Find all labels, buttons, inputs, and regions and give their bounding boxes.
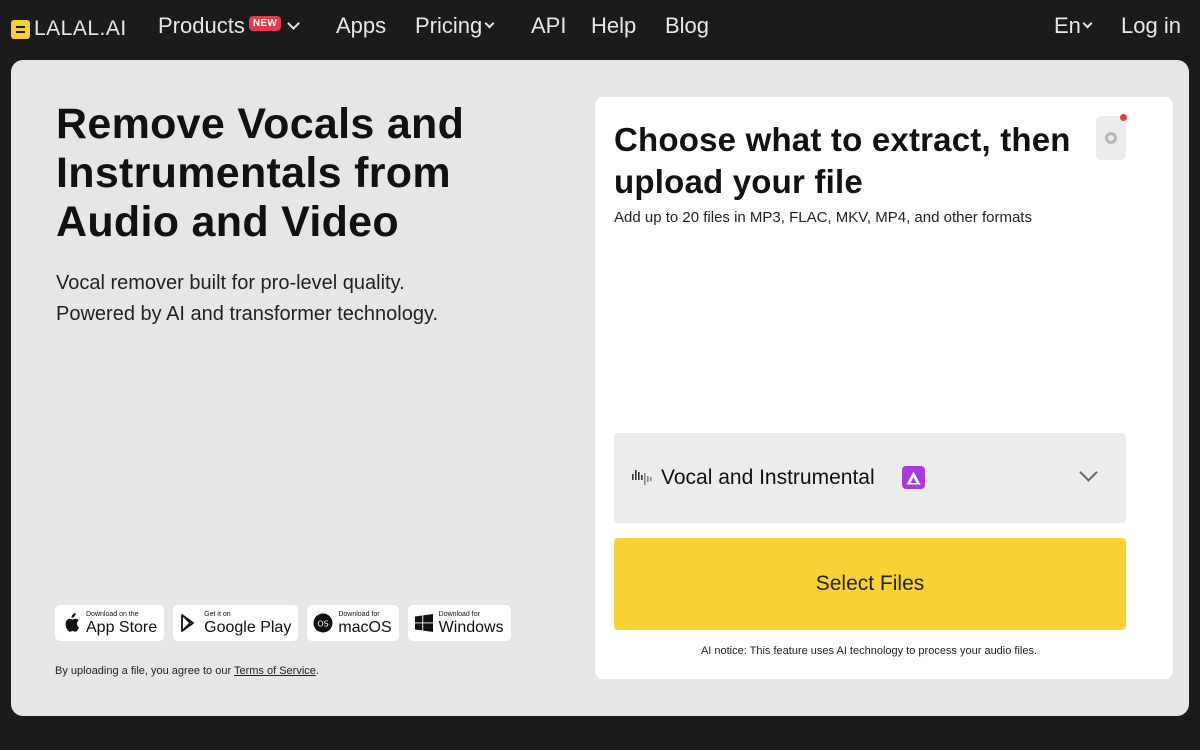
logo[interactable]: LALAL.AI: [11, 17, 127, 41]
upload-panel-title: Choose what to extract, then upload your…: [614, 121, 1071, 200]
apple-icon: [61, 613, 81, 633]
chevron-down-icon: [484, 18, 495, 28]
login-label: Log in: [1121, 13, 1181, 38]
top-navigation: LALAL.AI Products NEW Apps Pricing API H…: [0, 0, 1200, 58]
store-name: macOS: [338, 618, 392, 636]
nav-blog-label: Blog: [665, 13, 710, 38]
chevron-down-icon: [287, 16, 300, 30]
login-link[interactable]: Log in: [1121, 13, 1181, 39]
google-play-button[interactable]: Get it on Google Play: [173, 605, 299, 641]
logo-text: LALAL.AI: [34, 17, 127, 40]
app-store-button[interactable]: Download on the App Store: [55, 605, 165, 641]
language-selector[interactable]: En: [1054, 13, 1093, 39]
store-name: App Store: [86, 618, 158, 636]
nav-api[interactable]: API: [531, 13, 566, 39]
terms-of-service-link[interactable]: Terms of Service: [234, 665, 316, 677]
terms-prefix: By uploading a file, you agree to our: [55, 665, 234, 677]
nav-pricing[interactable]: Pricing: [415, 13, 495, 39]
store-small-text: Download on the: [86, 610, 139, 618]
nav-apps[interactable]: Apps: [336, 13, 386, 39]
main-card: Remove Vocals and Instrumentals from Aud…: [11, 60, 1189, 716]
store-name: Windows: [438, 618, 504, 636]
ai-badge-icon: [902, 466, 925, 489]
hero-subtitle-line2: Powered by AI and transformer technology…: [56, 303, 439, 325]
nav-blog[interactable]: Blog: [665, 13, 709, 39]
hero-subtitle-line1: Vocal remover built for pro-level qualit…: [56, 272, 405, 294]
chevron-down-icon: [1079, 463, 1098, 482]
terms-notice: By uploading a file, you agree to our Te…: [55, 665, 319, 677]
nav-help-label: Help: [591, 13, 637, 38]
terms-suffix: .: [315, 665, 319, 677]
settings-button[interactable]: [1096, 114, 1127, 160]
ai-notice: AI notice: This feature uses AI technolo…: [700, 645, 1038, 657]
store-small-text: Download for: [338, 610, 380, 618]
language-label: En: [1054, 13, 1081, 38]
stem-type-select[interactable]: Vocal and Instrumental: [614, 433, 1126, 523]
notification-dot: [1120, 114, 1127, 121]
nav-apps-label: Apps: [336, 13, 387, 38]
logo-icon: [11, 19, 30, 39]
upload-panel: Choose what to extract, then upload your…: [595, 97, 1173, 679]
windows-icon: [414, 613, 434, 633]
nav-help[interactable]: Help: [591, 13, 636, 39]
nav-api-label: API: [531, 13, 567, 38]
hero-title: Remove Vocals and Instrumentals from Aud…: [56, 100, 465, 246]
gear-icon: [1105, 132, 1117, 144]
google-play-icon: [179, 613, 199, 633]
store-small-text: Get it on: [204, 610, 231, 618]
hero-subtitle: Vocal remover built for pro-level qualit…: [56, 268, 536, 330]
store-name: Google Play: [204, 618, 292, 636]
macos-icon: OS: [313, 613, 333, 633]
nav-products[interactable]: Products NEW: [158, 13, 300, 39]
nav-pricing-label: Pricing: [415, 13, 483, 38]
windows-download-button[interactable]: Download for Windows: [407, 605, 511, 641]
upload-panel-subtitle: Add up to 20 files in MP3, FLAC, MKV, MP…: [614, 209, 1032, 226]
chevron-down-icon: [1082, 18, 1093, 28]
waveform-icon: [632, 467, 654, 491]
store-small-text: Download for: [438, 610, 480, 618]
macos-download-button[interactable]: OS Download for macOS: [307, 605, 399, 641]
nav-products-label: Products: [158, 13, 245, 38]
select-files-button[interactable]: Select Files: [614, 538, 1126, 630]
store-badges: Download on the App Store Get it on Goog…: [55, 605, 520, 641]
new-badge: NEW: [248, 15, 282, 31]
stem-type-label: Vocal and Instrumental: [661, 466, 875, 489]
svg-text:OS: OS: [318, 620, 329, 629]
